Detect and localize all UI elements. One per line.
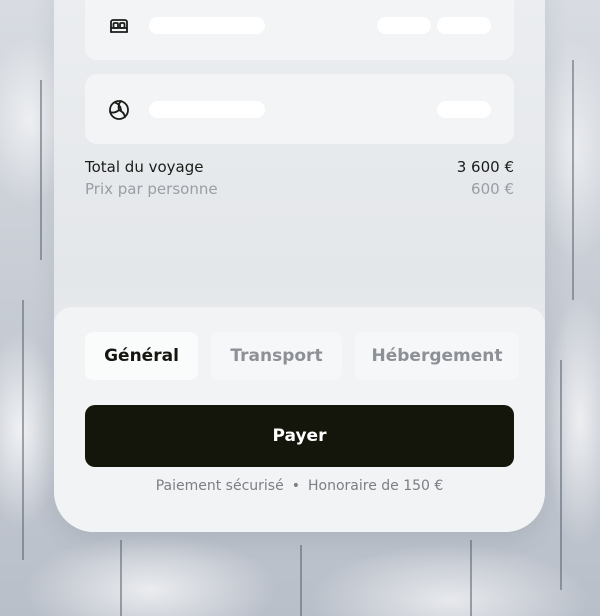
list-item-activity[interactable] xyxy=(85,74,514,144)
secure-payment-text: Paiement sécurisé xyxy=(155,478,284,494)
placeholder-title xyxy=(149,101,265,118)
placeholder-meta xyxy=(377,17,431,34)
bed-icon xyxy=(107,14,131,38)
fee-text: Honoraire de 150 € xyxy=(307,478,444,494)
volleyball-icon xyxy=(107,98,131,122)
per-person-label: Prix par personne xyxy=(85,180,218,198)
payment-panel: Général Transport Hébergement Payer Paie… xyxy=(54,307,545,532)
total-value: 3 600 € xyxy=(456,158,514,176)
tab-general[interactable]: Général xyxy=(85,332,198,380)
placeholder-price xyxy=(437,101,491,118)
pay-button[interactable]: Payer xyxy=(85,405,514,467)
placeholder-title xyxy=(149,17,265,34)
payment-footnote: Paiement sécurisé • Honoraire de 150 € xyxy=(54,478,545,494)
per-person-value: 600 € xyxy=(471,180,514,198)
separator-dot: • xyxy=(291,478,300,494)
total-label: Total du voyage xyxy=(85,158,204,176)
list-item-accommodation[interactable] xyxy=(85,0,514,60)
tab-hebergement[interactable]: Hébergement xyxy=(355,332,519,380)
trip-summary-card: Total du voyage 3 600 € Prix par personn… xyxy=(54,0,545,532)
tab-transport[interactable]: Transport xyxy=(211,332,342,380)
placeholder-price xyxy=(437,17,491,34)
